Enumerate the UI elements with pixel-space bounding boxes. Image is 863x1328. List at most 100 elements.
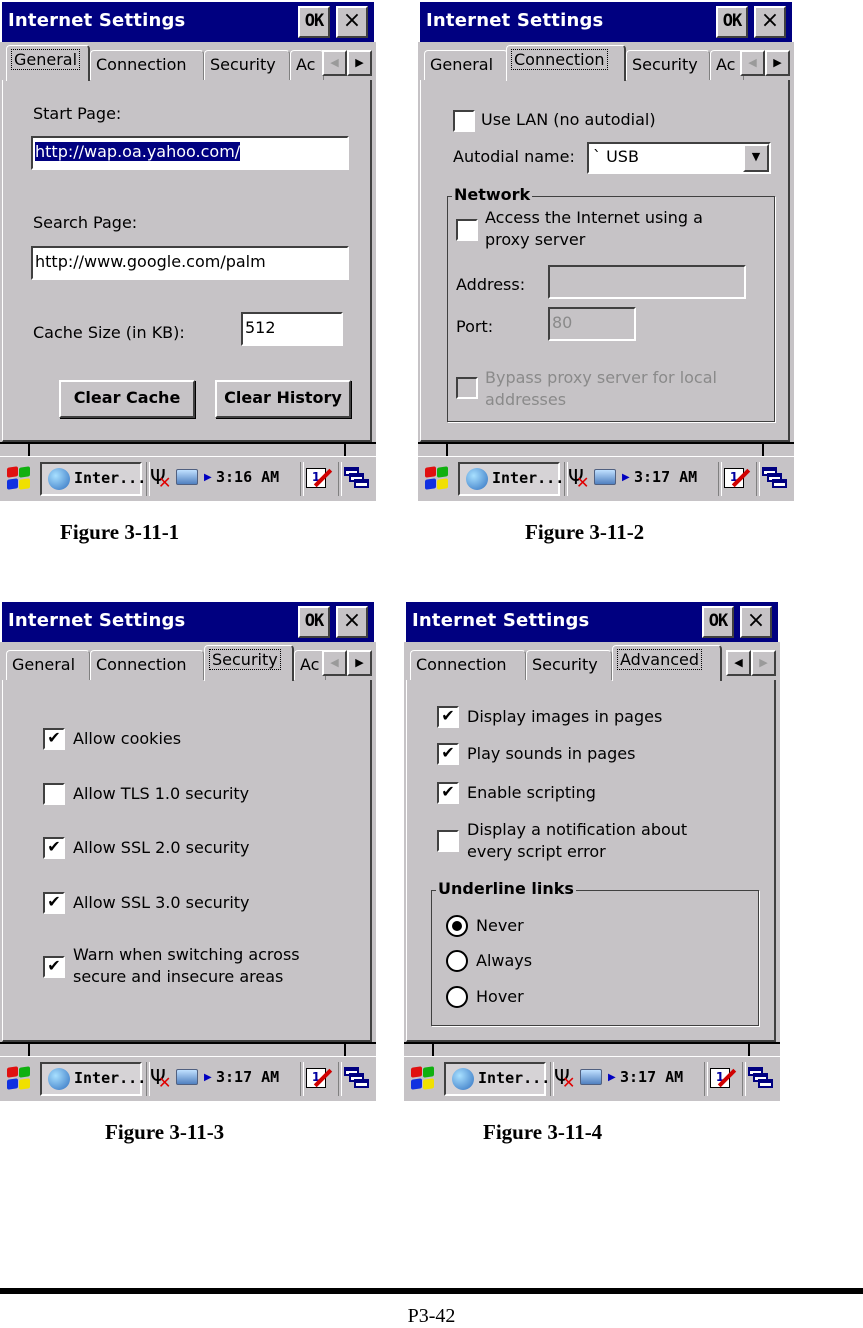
proxy-label-line2: proxy server (485, 230, 586, 249)
tab-scroll-left-icon[interactable]: ◀ (322, 650, 347, 676)
horizontal-scroll-strip[interactable] (0, 1042, 376, 1056)
close-button[interactable]: × (336, 6, 368, 38)
start-page-input[interactable]: http://wap.oa.yahoo.com/ (31, 136, 349, 170)
start-button[interactable] (422, 465, 450, 493)
screenshot-connection: Internet Settings OK × General Connectio… (418, 0, 794, 501)
tab-general[interactable]: General (6, 45, 90, 81)
tab-scroll-right-icon[interactable]: ▶ (347, 50, 372, 76)
network-pc-icon[interactable] (176, 1069, 198, 1085)
tab-scroll-right-icon[interactable]: ▶ (347, 650, 372, 676)
tab-connection[interactable]: Connection (90, 650, 204, 680)
tab-scroll-arrows: ◀ ▶ (740, 50, 790, 76)
tab-scroll-left-icon[interactable]: ◀ (726, 650, 751, 676)
tab-security[interactable]: Security (626, 50, 710, 80)
underline-always-radio[interactable] (446, 950, 468, 972)
keyboard-pen-icon[interactable]: 1 (710, 1066, 737, 1090)
taskbar-internet-settings-button[interactable]: Inter... (444, 1062, 550, 1096)
taskbar-internet-settings-button[interactable]: Inter... (40, 462, 146, 496)
tab-connection[interactable]: Connection (506, 45, 626, 81)
cache-size-input[interactable]: 512 (241, 312, 343, 346)
start-button[interactable] (4, 465, 32, 493)
port-input[interactable]: 80 (548, 307, 636, 341)
taskbar-internet-settings-button[interactable]: Inter... (458, 462, 564, 496)
tray-expand-arrow-icon[interactable]: ▶ (204, 472, 212, 483)
tab-connection[interactable]: Connection (90, 50, 204, 80)
clock[interactable]: 3:16 AM (216, 468, 279, 486)
tab-advanced-truncated[interactable]: Ac (290, 50, 324, 80)
horizontal-scroll-strip[interactable] (418, 442, 794, 456)
cache-size-label: Cache Size (in KB): (33, 323, 185, 342)
tab-advanced-truncated[interactable]: Ac (710, 50, 744, 80)
horizontal-scroll-strip[interactable] (0, 442, 376, 456)
network-pc-icon[interactable] (594, 469, 616, 485)
ok-button[interactable]: OK (298, 6, 330, 38)
network-pc-icon[interactable] (580, 1069, 602, 1085)
start-button[interactable] (4, 1065, 32, 1093)
tab-security[interactable]: Security (204, 645, 294, 681)
window-list-icon[interactable] (344, 467, 370, 491)
tab-security[interactable]: Security (204, 50, 290, 80)
underline-never-radio[interactable] (446, 915, 468, 937)
proxy-checkbox[interactable] (456, 219, 478, 241)
address-input[interactable] (548, 265, 746, 299)
tab-security[interactable]: Security (526, 650, 612, 680)
footer-rule (0, 1288, 863, 1294)
allow-ssl20-checkbox[interactable]: ✔ (43, 837, 65, 859)
start-page-label: Start Page: (33, 104, 122, 123)
tab-scroll-left-icon[interactable]: ◀ (322, 50, 347, 76)
network-groupbox: Network Access the Internet using a prox… (447, 185, 775, 422)
allow-cookies-checkbox[interactable]: ✔ (43, 728, 65, 750)
close-button[interactable]: × (740, 606, 772, 638)
tray-expand-arrow-icon[interactable]: ▶ (622, 472, 630, 483)
start-button[interactable] (408, 1065, 436, 1093)
taskbar-internet-settings-button[interactable]: Inter... (40, 1062, 146, 1096)
clock[interactable]: 3:17 AM (620, 1068, 683, 1086)
search-page-input[interactable]: http://www.google.com/palm (31, 246, 349, 280)
warn-switching-checkbox[interactable]: ✔ (43, 956, 65, 978)
clear-history-button[interactable]: Clear History (215, 380, 351, 418)
window-list-icon[interactable] (762, 467, 788, 491)
window-title: Internet Settings (8, 10, 186, 31)
tray-expand-arrow-icon[interactable]: ▶ (608, 1072, 616, 1083)
display-images-checkbox[interactable]: ✔ (437, 706, 459, 728)
tab-advanced[interactable]: Advanced (612, 645, 722, 681)
clock[interactable]: 3:17 AM (216, 1068, 279, 1086)
play-sounds-checkbox[interactable]: ✔ (437, 743, 459, 765)
script-error-notification-checkbox[interactable] (437, 830, 459, 852)
window-list-icon[interactable] (748, 1067, 774, 1091)
ok-button[interactable]: OK (298, 606, 330, 638)
use-lan-checkbox[interactable] (453, 110, 475, 132)
tab-general[interactable]: General (6, 650, 90, 680)
close-button[interactable]: × (336, 606, 368, 638)
ok-button[interactable]: OK (702, 606, 734, 638)
security-panel: ✔ Allow cookies Allow TLS 1.0 security ✔… (2, 680, 372, 1042)
taskbar: Inter... Ψ ✕ ▶ 3:16 AM 1 (0, 456, 376, 501)
tab-scroll-left-icon[interactable]: ◀ (740, 50, 765, 76)
network-pc-icon[interactable] (176, 469, 198, 485)
tray-expand-arrow-icon[interactable]: ▶ (204, 1072, 212, 1083)
autodial-name-dropdown[interactable]: ` USB ▼ (587, 142, 771, 174)
allow-tls10-checkbox[interactable] (43, 783, 65, 805)
ok-button[interactable]: OK (716, 6, 748, 38)
keyboard-pen-icon[interactable]: 1 (306, 1066, 333, 1090)
figure-caption-4: Figure 3-11-4 (483, 1120, 603, 1144)
clear-cache-button[interactable]: Clear Cache (59, 380, 195, 418)
tab-scroll-arrows: ◀ ▶ (726, 650, 776, 676)
close-button[interactable]: × (754, 6, 786, 38)
enable-scripting-checkbox[interactable]: ✔ (437, 782, 459, 804)
tab-connection[interactable]: Connection (410, 650, 526, 680)
horizontal-scroll-strip[interactable] (404, 1042, 780, 1056)
keyboard-pen-icon[interactable]: 1 (724, 466, 751, 490)
window-list-icon[interactable] (344, 1067, 370, 1091)
tab-scroll-right-icon[interactable]: ▶ (751, 650, 776, 676)
underline-hover-label: Hover (476, 987, 524, 1006)
underline-hover-radio[interactable] (446, 986, 468, 1008)
allow-ssl30-checkbox[interactable]: ✔ (43, 892, 65, 914)
tab-scroll-right-icon[interactable]: ▶ (765, 50, 790, 76)
tab-general[interactable]: General (424, 50, 508, 80)
clock[interactable]: 3:17 AM (634, 468, 697, 486)
keyboard-pen-icon[interactable]: 1 (306, 466, 333, 490)
general-panel: Start Page: http://wap.oa.yahoo.com/ Sea… (2, 80, 372, 442)
bypass-proxy-checkbox[interactable] (456, 377, 478, 399)
chevron-down-icon[interactable]: ▼ (743, 144, 769, 172)
